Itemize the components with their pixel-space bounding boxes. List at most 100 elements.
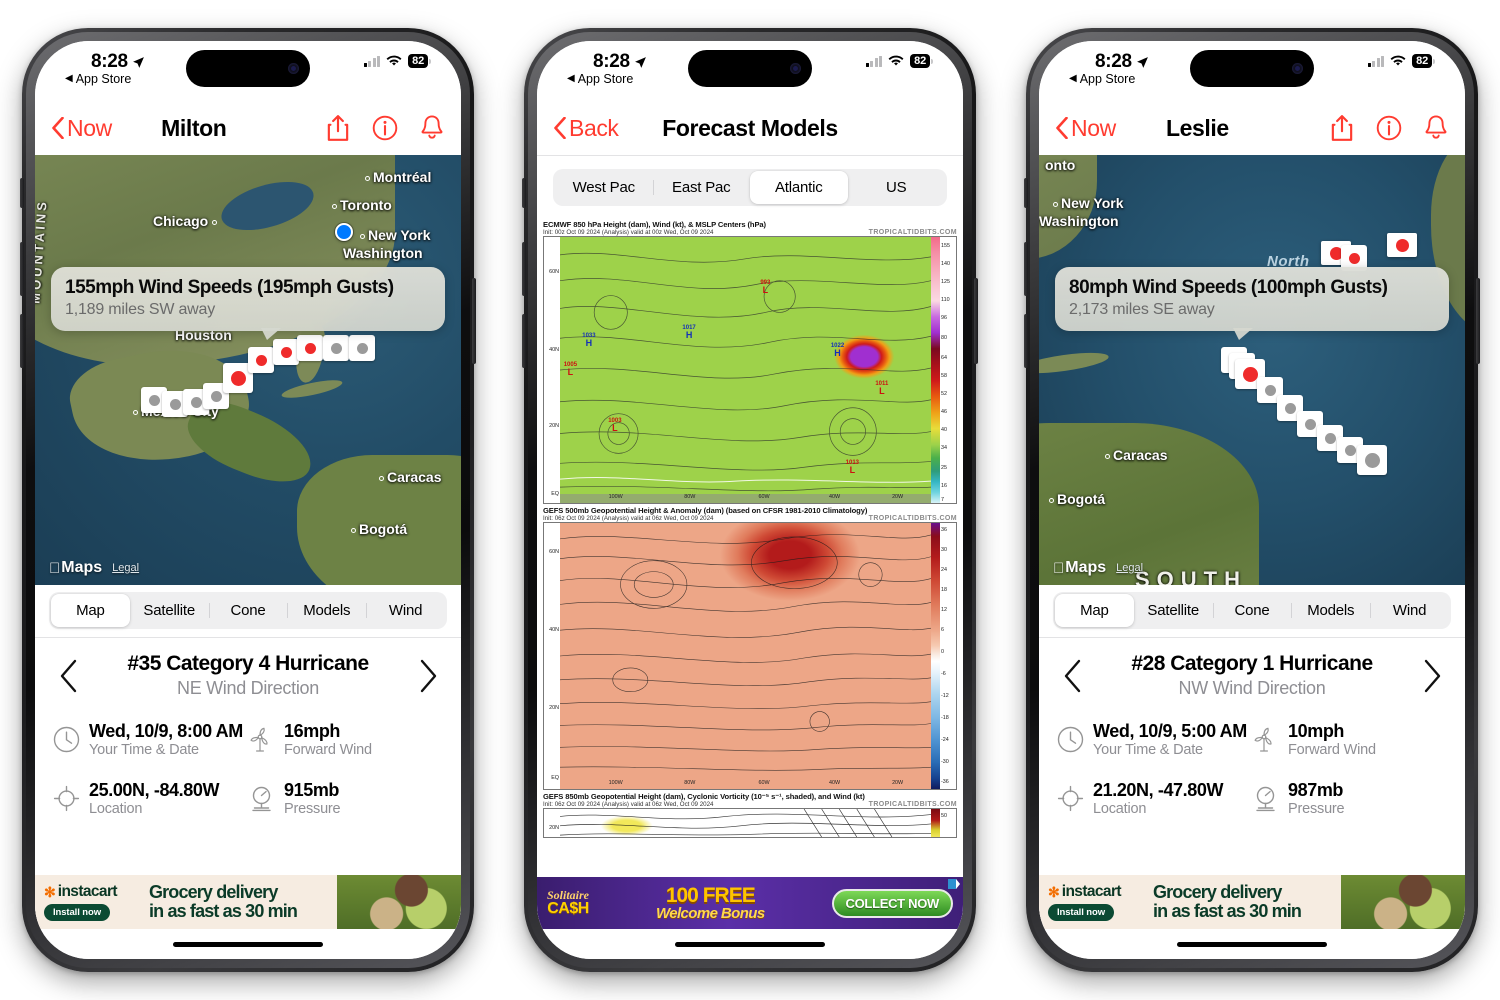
storm-track-point[interactable] <box>349 335 375 361</box>
segment-wind[interactable]: Wind <box>366 594 445 627</box>
model-chart-ecmwf[interactable]: ECMWF 850 hPa Height (dam), Wind (kt), &… <box>537 218 963 504</box>
map-pin-dot <box>133 409 138 415</box>
back-to-app-store-link[interactable]: ◀ App Store <box>1069 72 1135 86</box>
segment-satellite[interactable]: Satellite <box>130 594 209 627</box>
volume-down-button[interactable] <box>1024 314 1028 368</box>
storm-track-point[interactable] <box>323 335 349 361</box>
instacart-ad-banner[interactable]: ✻ instacart Install now Grocery delivery… <box>1039 875 1465 929</box>
segment-map[interactable]: Map <box>1055 594 1134 627</box>
install-now-button[interactable]: Install now <box>1048 904 1114 921</box>
chart-subtitle: Init: 06z Oct 09 2024 (Analysis) valid a… <box>543 801 714 808</box>
power-button[interactable] <box>1476 278 1480 364</box>
solitaire-cash-ad-banner[interactable]: Solitaire CA$H 100 FREE Welcome Bonus CO… <box>537 877 963 929</box>
map-pin-dot <box>212 219 218 225</box>
segment-wind[interactable]: Wind <box>1370 594 1449 627</box>
next-storm-button[interactable] <box>1417 653 1447 699</box>
model-chart-gefs-500mb[interactable]: GEFS 500mb Geopotential Height & Anomaly… <box>537 504 963 790</box>
back-to-app-store-link[interactable]: ◀ App Store <box>567 72 633 86</box>
previous-storm-button[interactable] <box>53 653 83 699</box>
ad-headline-line2: in as fast as 30 min <box>1153 901 1302 921</box>
invest-marker[interactable] <box>1387 233 1417 257</box>
chart-plot-area[interactable]: 60N 40N 20N EQ <box>543 236 957 504</box>
power-button[interactable] <box>472 278 476 364</box>
install-now-button[interactable]: Install now <box>44 904 110 921</box>
home-indicator[interactable] <box>173 941 323 947</box>
battery-cap <box>1433 58 1435 64</box>
segment-models[interactable]: Models <box>1291 594 1370 627</box>
back-to-app-store-link[interactable]: ◀ App Store <box>65 72 131 86</box>
nav-back-button[interactable]: Now <box>51 115 112 142</box>
action-button[interactable] <box>1024 178 1028 208</box>
volume-down-button[interactable] <box>20 314 24 368</box>
nav-back-button[interactable]: Now <box>1055 115 1116 142</box>
segment-west-pac[interactable]: West Pac <box>555 171 653 204</box>
basin-segmented-control[interactable]: West Pac East Pac Atlantic US <box>553 169 947 206</box>
status-bar-right: 82 <box>1367 51 1435 68</box>
storm-callout-popup[interactable]: 155mph Wind Speeds (195mph Gusts) 1,189 … <box>51 267 445 340</box>
y-tick: 20N <box>549 705 559 711</box>
storm-track-point[interactable] <box>248 347 274 373</box>
home-indicator[interactable] <box>1177 941 1327 947</box>
home-indicator[interactable] <box>675 941 825 947</box>
segment-east-pac[interactable]: East Pac <box>652 171 751 204</box>
action-button[interactable] <box>522 178 526 208</box>
action-button[interactable] <box>20 178 24 208</box>
forecast-models-scroll-list[interactable]: ECMWF 850 hPa Height (dam), Wind (kt), &… <box>537 218 963 875</box>
stat-value: 10mph <box>1288 721 1345 741</box>
volume-up-button[interactable] <box>1024 242 1028 296</box>
next-storm-button[interactable] <box>413 653 443 699</box>
map-mode-segmented-control[interactable]: Map Satellite Cone Models Wind <box>1053 592 1451 629</box>
segment-cone[interactable]: Cone <box>1212 594 1292 627</box>
collect-now-button[interactable]: COLLECT NOW <box>831 888 953 918</box>
cbar-tick: -36 <box>941 779 949 785</box>
chart-colorbar-labels: 50 <box>940 809 956 837</box>
chart-x-axis: 100W 80W 60W 40W 20W <box>560 494 931 503</box>
adchoices-icon[interactable] <box>947 878 961 890</box>
share-icon[interactable] <box>325 114 351 142</box>
instacart-brand-name: instacart <box>1061 883 1122 900</box>
bell-icon[interactable] <box>1423 114 1449 142</box>
instacart-ad-left: ✻ instacart Install now <box>35 875 143 929</box>
map-label-montreal: Montréal <box>365 169 431 185</box>
callout-title: 80mph Wind Speeds (100mph Gusts) <box>1069 277 1388 298</box>
nav-back-button[interactable]: Back <box>553 115 619 142</box>
segment-atlantic[interactable]: Atlantic <box>750 171 848 204</box>
info-icon[interactable] <box>372 114 398 142</box>
storm-track-point[interactable] <box>1357 445 1387 475</box>
storm-wind-direction: NE Wind Direction <box>177 678 319 698</box>
model-chart-gefs-850mb[interactable]: GEFS 850mb Geopotential Height (dam), Cy… <box>537 790 963 838</box>
segment-models[interactable]: Models <box>287 594 366 627</box>
map-mode-segmented-control[interactable]: Map Satellite Cone Models Wind <box>49 592 447 629</box>
previous-storm-button[interactable] <box>1057 653 1087 699</box>
power-button[interactable] <box>974 278 978 364</box>
chart-plot-area[interactable]: 20N 50 <box>543 808 957 838</box>
segment-satellite[interactable]: Satellite <box>1134 594 1213 627</box>
chevron-left-icon <box>60 659 76 692</box>
map-view-leslie[interactable]: onto New York Washington North Caracas B… <box>1039 155 1465 585</box>
legal-link[interactable]: Legal <box>112 562 139 574</box>
segment-cone[interactable]: Cone <box>208 594 288 627</box>
volume-up-button[interactable] <box>522 242 526 296</box>
carrot-icon: ✻ <box>44 884 56 900</box>
storm-callout-popup[interactable]: 80mph Wind Speeds (100mph Gusts) 2,173 m… <box>1055 267 1449 340</box>
stat-forward-wind: 10mph Forward Wind <box>1252 721 1447 758</box>
segment-map[interactable]: Map <box>51 594 130 627</box>
instacart-ad-banner[interactable]: ✻ instacart Install now Grocery delivery… <box>35 875 461 929</box>
info-icon[interactable] <box>1376 114 1402 142</box>
apple-logo-icon:  <box>1053 560 1064 577</box>
cellular-signal-icon <box>1367 55 1385 67</box>
volume-down-button[interactable] <box>522 314 526 368</box>
chart-plot-area[interactable]: 60N 40N 20N EQ <box>543 522 957 790</box>
callout-subtitle: 1,189 miles SW away <box>65 301 216 318</box>
share-icon[interactable] <box>1329 114 1355 142</box>
storm-track-point[interactable] <box>297 335 323 361</box>
map-view-milton[interactable]: MOUNTAINS Montréal Toronto Chicago New Y… <box>35 155 461 585</box>
storm-track-point[interactable] <box>273 339 299 365</box>
status-bar-right: 82 <box>865 51 933 68</box>
cbar-tick: 30 <box>941 547 947 553</box>
segment-us[interactable]: US <box>848 171 946 204</box>
chevron-right-icon <box>1424 659 1440 692</box>
bell-icon[interactable] <box>419 114 445 142</box>
volume-up-button[interactable] <box>20 242 24 296</box>
legal-link[interactable]: Legal <box>1116 562 1143 574</box>
